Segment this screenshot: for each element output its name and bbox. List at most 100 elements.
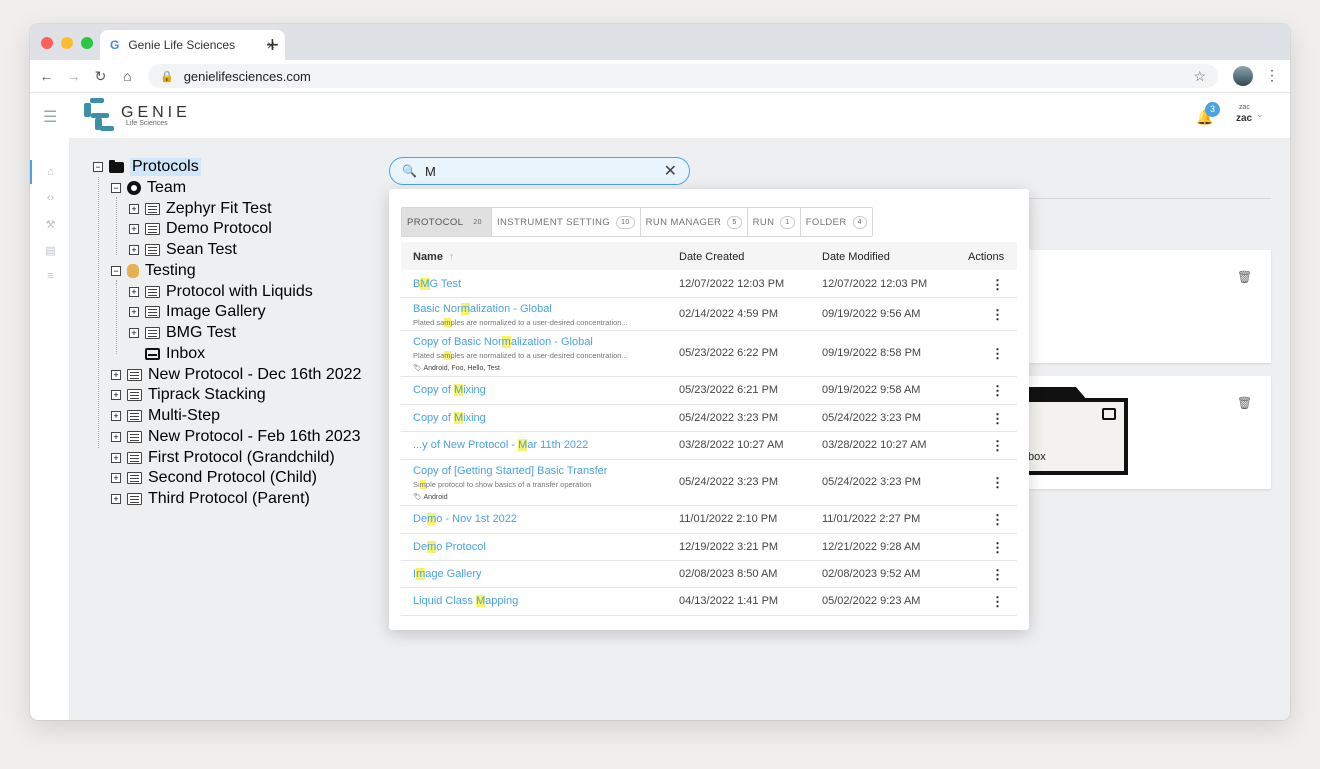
expand-icon[interactable]: +: [111, 453, 121, 463]
profile-avatar[interactable]: [1233, 66, 1253, 86]
table-row[interactable]: Demo - Nov 1st 2022 11/01/2022 2:10 PM 11/…: [401, 506, 1017, 534]
column-header-created[interactable]: Date Created: [679, 251, 744, 263]
tree-node-item[interactable]: + New Protocol - Feb 16th 2023: [111, 428, 361, 446]
table-row[interactable]: Image Gallery 02/08/2023 8:50 AM 02/08/202…: [401, 561, 1017, 588]
address-bar[interactable]: 🔒 genielifesciences.com ☆: [148, 64, 1218, 88]
list-nav-icon[interactable]: ≡: [43, 270, 58, 282]
back-icon[interactable]: ←: [33, 68, 60, 84]
expand-icon[interactable]: +: [129, 287, 139, 297]
code-nav-icon[interactable]: ‹›: [43, 192, 58, 204]
collapse-icon[interactable]: −: [93, 162, 103, 172]
table-row[interactable]: Copy of [Getting Started] Basic Transfer…: [401, 460, 1017, 506]
browser-tab[interactable]: G Genie Life Sciences ×: [100, 30, 285, 60]
maximize-window-button[interactable]: [81, 37, 93, 49]
home-icon[interactable]: ⌂: [114, 68, 141, 84]
expand-icon[interactable]: +: [111, 494, 121, 504]
row-actions-menu-icon[interactable]: ⋮: [991, 540, 1004, 556]
tree-node-item[interactable]: + Protocol with Liquids: [129, 283, 313, 301]
expand-icon[interactable]: +: [111, 370, 121, 380]
row-actions-menu-icon[interactable]: ⋮: [991, 594, 1004, 610]
tree-node-item[interactable]: + Image Gallery: [129, 303, 266, 321]
reload-icon[interactable]: ↻: [87, 68, 114, 85]
tools-nav-icon[interactable]: ⚒: [43, 218, 58, 231]
row-actions-menu-icon[interactable]: ⋮: [991, 383, 1004, 399]
protocol-name-link[interactable]: Basic Normalization - Global: [413, 303, 552, 315]
table-row[interactable]: ...y of New Protocol - Mar 11th 2022 03/2…: [401, 432, 1017, 460]
tree-node-team[interactable]: − Team: [111, 179, 186, 197]
expand-icon[interactable]: +: [129, 204, 139, 214]
collapse-icon[interactable]: −: [111, 183, 121, 193]
row-actions-menu-icon[interactable]: ⋮: [991, 475, 1004, 491]
expand-icon[interactable]: +: [129, 224, 139, 234]
close-window-button[interactable]: [41, 37, 53, 49]
protocol-name-link[interactable]: Image Gallery: [413, 568, 482, 580]
table-row[interactable]: Liquid Class Mapping 04/13/2022 1:41 PM 05…: [401, 588, 1017, 616]
table-row[interactable]: Demo Protocol 12/19/2022 3:21 PM 12/21/202…: [401, 534, 1017, 561]
tree-node-item[interactable]: + New Protocol - Dec 16th 2022: [111, 366, 361, 384]
expand-icon[interactable]: +: [111, 432, 121, 442]
tree-node-protocols[interactable]: − Protocols: [93, 158, 201, 176]
row-actions-menu-icon[interactable]: ⋮: [991, 411, 1004, 427]
tree-node-item[interactable]: + BMG Test: [129, 324, 236, 342]
expand-icon[interactable]: +: [129, 307, 139, 317]
collapse-icon[interactable]: −: [111, 266, 121, 276]
tree-node-item[interactable]: + Sean Test: [129, 241, 237, 259]
tab-run-manager[interactable]: RUN MANAGER 5: [641, 208, 748, 236]
protocol-card[interactable]: [1029, 250, 1271, 363]
row-actions-menu-icon[interactable]: ⋮: [991, 438, 1004, 454]
tree-node-item[interactable]: + First Protocol (Grandchild): [111, 449, 335, 467]
forward-icon[interactable]: →: [60, 68, 87, 84]
protocol-name-link[interactable]: Demo - Nov 1st 2022: [413, 513, 517, 525]
minimize-window-button[interactable]: [61, 37, 73, 49]
new-tab-button[interactable]: +: [266, 32, 279, 58]
table-row[interactable]: BMG Test 12/07/2022 12:03 PM 12/07/2022 12…: [401, 271, 1017, 298]
table-row[interactable]: Basic Normalization - Global Plated sampl…: [401, 298, 1017, 331]
protocol-name-link[interactable]: Copy of Basic Normalization - Global: [413, 336, 593, 348]
protocol-name-link[interactable]: Liquid Class Mapping: [413, 595, 518, 607]
chevron-down-icon[interactable]: ⌄: [1256, 109, 1264, 120]
tree-node-inbox[interactable]: Inbox: [145, 345, 205, 363]
table-row[interactable]: Copy of Mixing 05/23/2022 6:21 PM 09/19/20…: [401, 377, 1017, 405]
sort-arrow-icon[interactable]: ↑: [449, 251, 455, 263]
tree-node-item[interactable]: + Third Protocol (Parent): [111, 490, 310, 508]
expand-icon[interactable]: +: [111, 411, 121, 421]
library-nav-icon[interactable]: ▤: [43, 244, 58, 257]
hamburger-menu-icon[interactable]: ☰: [43, 107, 57, 127]
genie-logo[interactable]: [82, 98, 116, 134]
tree-node-item[interactable]: + Tiprack Stacking: [111, 386, 266, 404]
row-actions-menu-icon[interactable]: ⋮: [991, 307, 1004, 323]
search-value[interactable]: M: [425, 164, 664, 179]
tree-node-item[interactable]: + Multi-Step: [111, 407, 220, 425]
expand-icon[interactable]: +: [129, 328, 139, 338]
trash-icon[interactable]: 🗑: [1237, 270, 1252, 284]
tab-run[interactable]: RUN 1: [748, 208, 801, 236]
browser-menu-icon[interactable]: ⋮: [1265, 67, 1279, 84]
row-actions-menu-icon[interactable]: ⋮: [991, 277, 1004, 293]
trash-icon[interactable]: 🗑: [1237, 396, 1252, 410]
home-nav-icon[interactable]: ⌂: [43, 166, 58, 178]
protocol-name-link[interactable]: Copy of [Getting Started] Basic Transfer: [413, 465, 607, 477]
table-row[interactable]: Copy of Mixing 05/24/2022 3:23 PM 05/24/20…: [401, 405, 1017, 432]
column-header-modified[interactable]: Date Modified: [822, 251, 890, 263]
protocol-name-link[interactable]: BMG Test: [413, 278, 461, 290]
row-actions-menu-icon[interactable]: ⋮: [991, 512, 1004, 528]
protocol-name-link[interactable]: Copy of Mixing: [413, 384, 486, 396]
tree-node-item[interactable]: + Zephyr Fit Test: [129, 200, 272, 218]
tree-node-item[interactable]: + Second Protocol (Child): [111, 469, 317, 487]
tab-instrument-setting[interactable]: INSTRUMENT SETTING 10: [492, 208, 641, 236]
user-name[interactable]: zac: [1236, 113, 1252, 124]
tab-protocol[interactable]: PROTOCOL 20: [402, 208, 492, 236]
row-actions-menu-icon[interactable]: ⋮: [991, 567, 1004, 583]
protocol-name-link[interactable]: ...y of New Protocol - Mar 11th 2022: [413, 439, 588, 451]
bookmark-star-icon[interactable]: ☆: [1193, 68, 1206, 85]
protocol-name-link[interactable]: Copy of Mixing: [413, 412, 486, 424]
tab-folder[interactable]: FOLDER 4: [801, 208, 872, 236]
expand-icon[interactable]: +: [111, 390, 121, 400]
tree-node-testing[interactable]: − Testing: [111, 262, 196, 280]
expand-icon[interactable]: +: [129, 245, 139, 255]
search-input[interactable]: 🔍 M ✕: [389, 157, 690, 185]
column-header-name[interactable]: Name ↑: [413, 251, 455, 263]
row-actions-menu-icon[interactable]: ⋮: [991, 346, 1004, 362]
protocol-name-link[interactable]: Demo Protocol: [413, 541, 486, 553]
table-row[interactable]: Copy of Basic Normalization - Global Plat…: [401, 331, 1017, 377]
